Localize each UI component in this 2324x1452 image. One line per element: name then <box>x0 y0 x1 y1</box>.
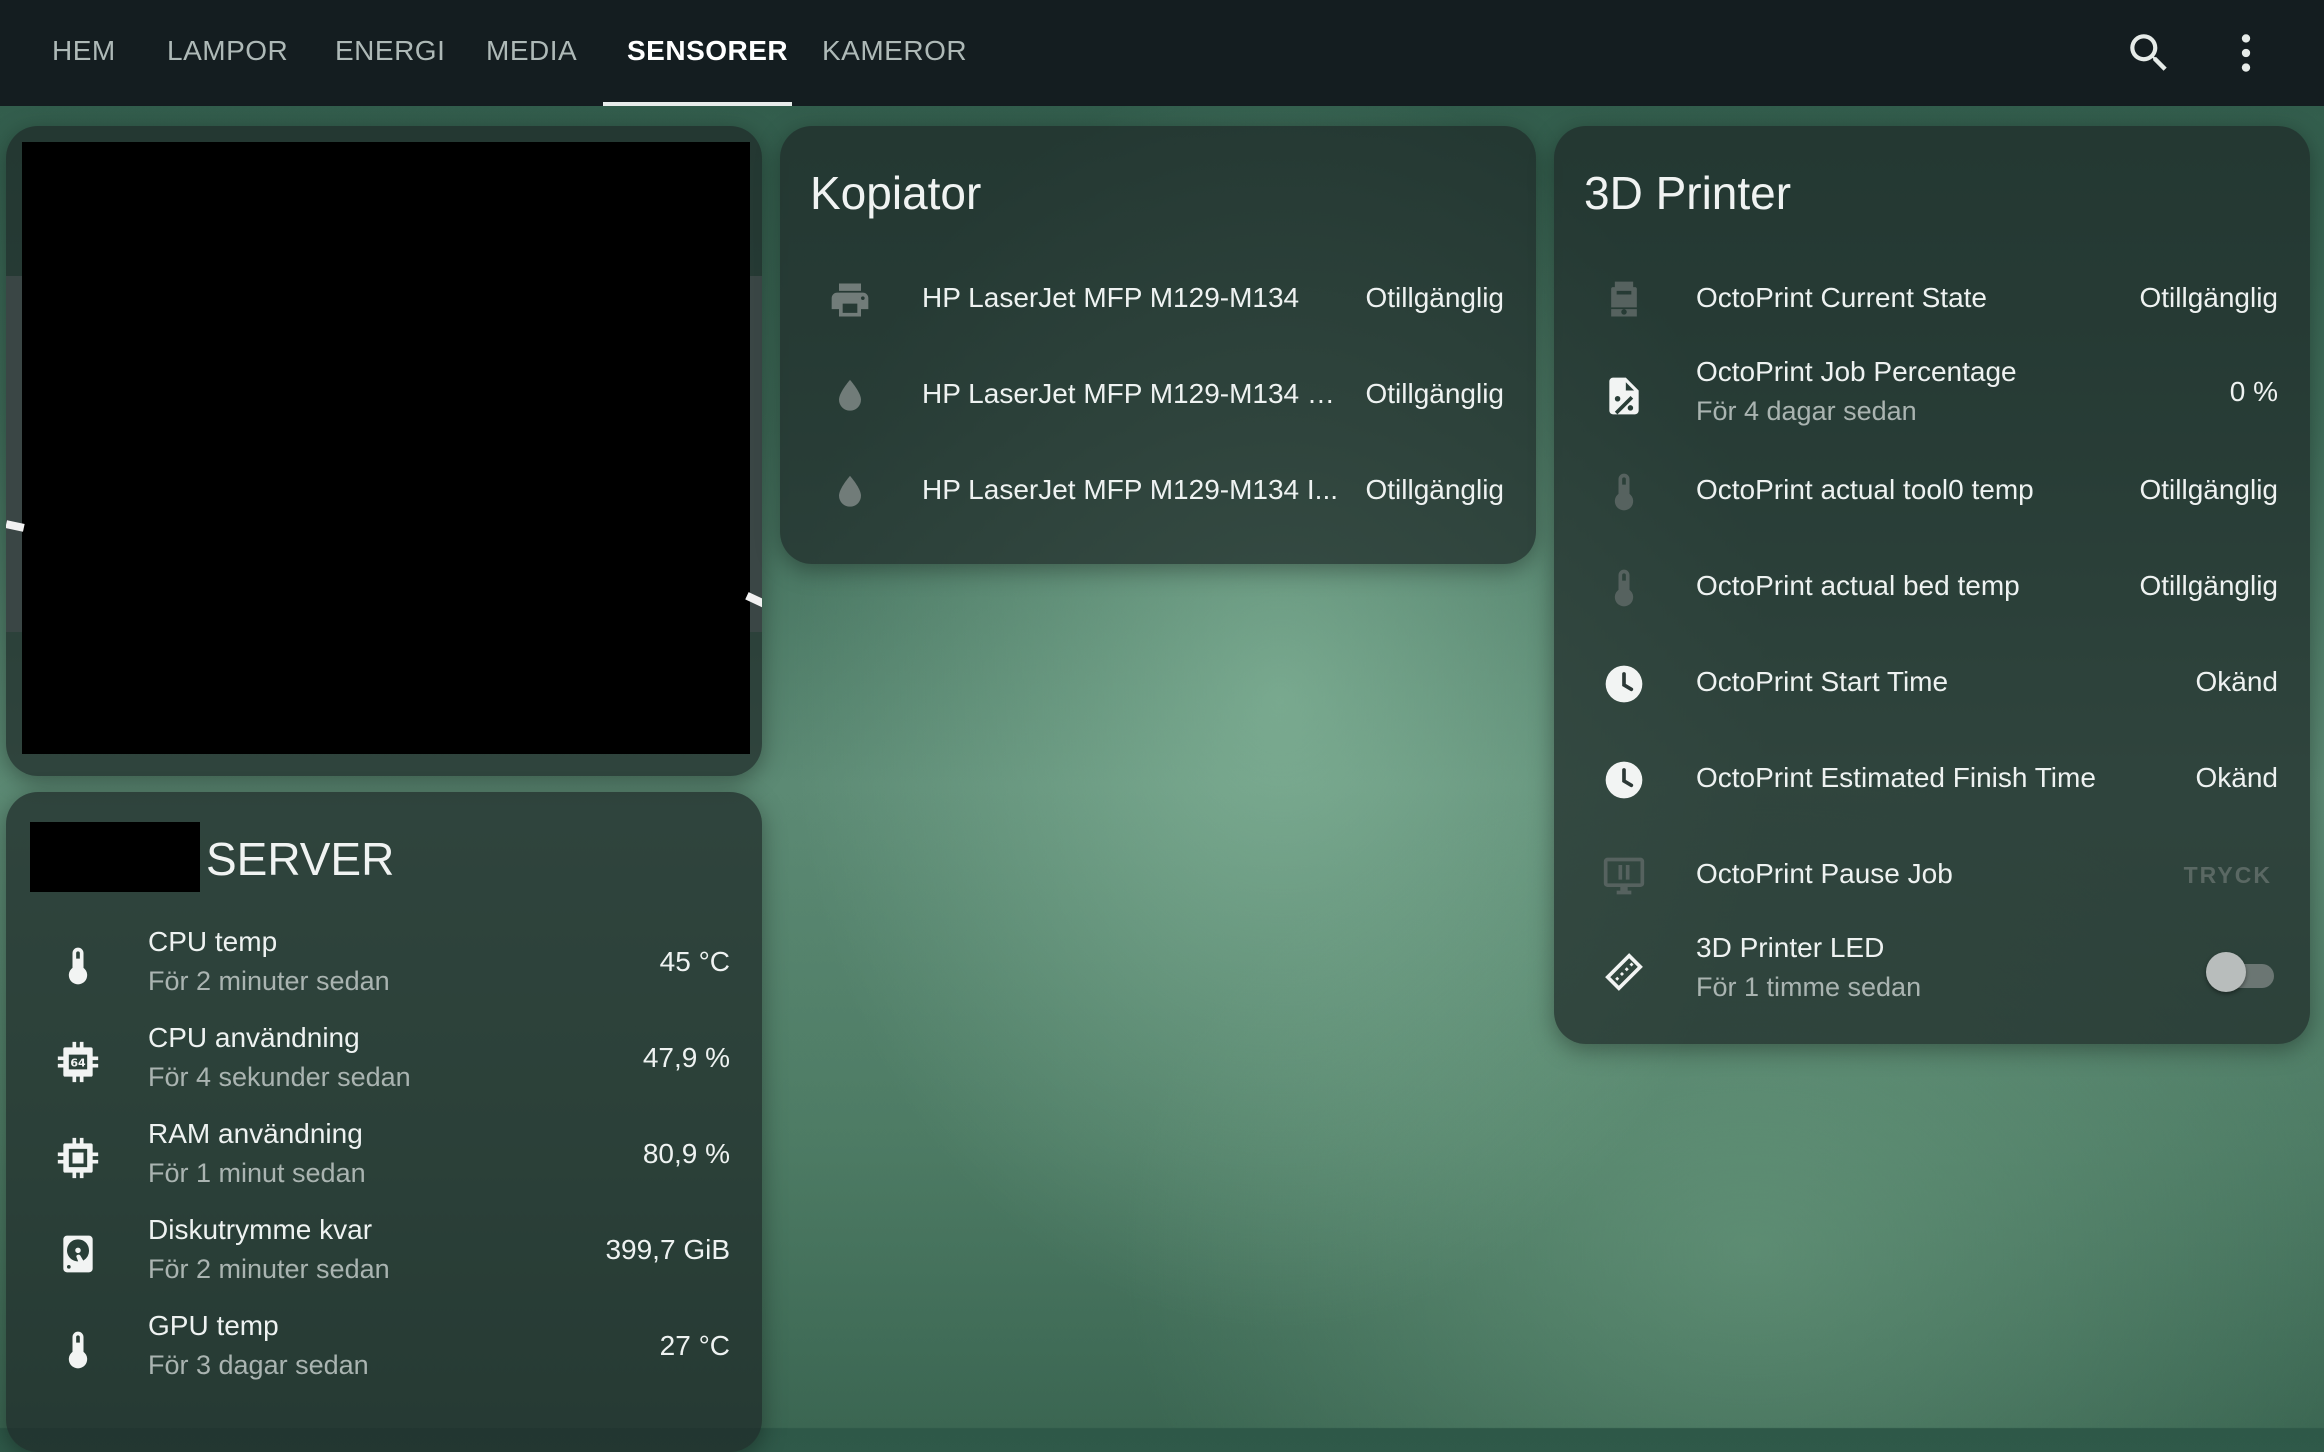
entity-value: 27 °C <box>659 1330 730 1361</box>
entity-value: Otillgänglig <box>1365 282 1504 313</box>
water-drop-icon <box>828 470 872 514</box>
printer-icon <box>828 278 872 322</box>
entity-name: CPU temp <box>148 926 278 957</box>
entity-last-changed: För 3 dagar sedan <box>148 1350 369 1380</box>
entity-row-gpu-temp[interactable]: GPU temp För 3 dagar sedan 27 °C <box>6 1304 762 1396</box>
thermometer-icon <box>56 944 100 988</box>
entity-name: GPU temp <box>148 1310 279 1341</box>
entity-name: OctoPrint Job Percentage <box>1696 356 2017 387</box>
cpu-64-icon: 64 <box>56 1040 100 1084</box>
entity-row-cpu-usage[interactable]: 64 CPU användning För 4 sekunder sedan 4… <box>6 1016 762 1108</box>
entity-last-changed: För 1 minut sedan <box>148 1158 366 1188</box>
thermometer-icon <box>56 1328 100 1372</box>
redacted-title-prefix <box>30 822 200 892</box>
server-card: SERVER CPU temp För 2 minuter sedan 45 °… <box>6 792 762 1452</box>
led-strip-icon <box>1602 950 1646 994</box>
entity-name: OctoPrint actual bed temp <box>1696 570 2020 601</box>
svg-text:64: 64 <box>70 1057 86 1070</box>
redacted-camera-image <box>22 142 750 754</box>
entity-row-bed-temp[interactable]: OctoPrint actual bed temp Otillgänglig <box>1554 542 2310 634</box>
entity-name: OctoPrint actual tool0 temp <box>1696 474 2034 505</box>
tab-sensorer[interactable]: SENSORER <box>627 0 788 106</box>
entity-row-current-state[interactable]: OctoPrint Current State Otillgänglig <box>1554 254 2310 346</box>
thermometer-icon <box>1602 470 1646 514</box>
tab-media[interactable]: MEDIA <box>486 0 577 106</box>
entity-name: Diskutrymme kvar <box>148 1214 373 1245</box>
entity-name: OctoPrint Start Time <box>1696 666 1949 697</box>
entity-name: HP LaserJet MFP M129-M134 Bl... <box>922 378 1342 409</box>
entity-value: Otillgänglig <box>1365 378 1504 409</box>
entity-value: Okänd <box>2195 666 2279 697</box>
top-app-bar: HEM LAMPOR ENERGI MEDIA SENSORER KAMEROR <box>0 0 2324 106</box>
entity-row-cpu-temp[interactable]: CPU temp För 2 minuter sedan 45 °C <box>6 920 762 1012</box>
entity-last-changed: För 4 sekunder sedan <box>148 1062 411 1092</box>
thermometer-icon <box>1602 566 1646 610</box>
entity-row-pause-job: OctoPrint Pause Job TRYCK <box>1554 830 2310 922</box>
entity-value: Otillgänglig <box>2139 570 2278 601</box>
card-title: Kopiator <box>810 167 982 219</box>
tab-lampor[interactable]: LAMPOR <box>167 0 288 106</box>
entity-name: OctoPrint Pause Job <box>1696 858 1953 889</box>
tab-energi[interactable]: ENERGI <box>335 0 445 106</box>
entity-row-start-time[interactable]: OctoPrint Start Time Okänd <box>1554 638 2310 730</box>
search-icon[interactable] <box>2124 28 2174 78</box>
entity-name: 3D Printer LED <box>1696 932 1885 963</box>
entity-row-toner-other[interactable]: HP LaserJet MFP M129-M134 I... Otillgäng… <box>780 446 1536 538</box>
entity-row-printer[interactable]: HP LaserJet MFP M129-M134 Otillgänglig <box>780 254 1536 346</box>
file-percent-icon <box>1602 374 1646 418</box>
entity-row-led[interactable]: 3D Printer LED För 1 timme sedan <box>1554 926 2310 1018</box>
more-vertical-icon[interactable] <box>2221 28 2271 78</box>
harddisk-icon <box>56 1232 100 1276</box>
entity-value: 399,7 GiB <box>605 1234 730 1265</box>
entity-last-changed: För 2 minuter sedan <box>148 1254 390 1284</box>
entity-value: Okänd <box>2195 762 2279 793</box>
entity-value: 47,9 % <box>642 1042 730 1073</box>
entity-name: OctoPrint Estimated Finish Time <box>1696 762 2096 793</box>
clock-icon <box>1602 758 1646 802</box>
led-toggle-switch[interactable] <box>2206 952 2278 992</box>
entity-row-toner-black[interactable]: HP LaserJet MFP M129-M134 Bl... Otillgän… <box>780 350 1536 442</box>
entity-row-estimated-finish[interactable]: OctoPrint Estimated Finish Time Okänd <box>1554 734 2310 826</box>
card-title: 3D Printer <box>1584 167 1792 219</box>
entity-row-tool0-temp[interactable]: OctoPrint actual tool0 temp Otillgänglig <box>1554 446 2310 538</box>
entity-value: 0 % <box>2229 376 2278 407</box>
toggle-knob <box>2206 952 2246 992</box>
memory-chip-icon <box>56 1136 100 1180</box>
entity-value: Otillgänglig <box>2139 474 2278 505</box>
entity-row-job-percentage[interactable]: OctoPrint Job Percentage För 4 dagar sed… <box>1554 350 2310 442</box>
tab-hem[interactable]: HEM <box>52 0 116 106</box>
entity-last-changed: För 4 dagar sedan <box>1696 396 1917 426</box>
entity-value: Otillgänglig <box>1365 474 1504 505</box>
printer-3d-card: 3D Printer OctoPrint Current State Otill… <box>1554 126 2310 1044</box>
monitor-pause-icon <box>1602 854 1646 898</box>
entity-value: Otillgänglig <box>2139 282 2278 313</box>
entity-row-disk-free[interactable]: Diskutrymme kvar För 2 minuter sedan 399… <box>6 1208 762 1300</box>
entity-name: OctoPrint Current State <box>1696 282 1988 313</box>
entity-value: 80,9 % <box>642 1138 730 1169</box>
card-title: SERVER <box>206 833 395 885</box>
copier-card: Kopiator HP LaserJet MFP M129-M134 Otill… <box>780 126 1536 564</box>
printer-3d-icon <box>1602 278 1646 322</box>
entity-name: HP LaserJet MFP M129-M134 I... <box>922 474 1339 505</box>
entity-value: 45 °C <box>659 946 730 977</box>
entity-name: RAM användning <box>148 1118 363 1149</box>
press-button[interactable]: TRYCK <box>2184 862 2272 889</box>
water-drop-icon <box>828 374 872 418</box>
entity-last-changed: För 1 timme sedan <box>1696 972 1922 1002</box>
entity-name: CPU användning <box>148 1022 360 1053</box>
entity-row-ram-usage[interactable]: RAM användning För 1 minut sedan 80,9 % <box>6 1112 762 1204</box>
tab-kameror[interactable]: KAMEROR <box>822 0 967 106</box>
active-tab-indicator <box>603 102 792 106</box>
camera-card[interactable] <box>6 126 762 776</box>
entity-last-changed: För 2 minuter sedan <box>148 966 390 996</box>
clock-icon <box>1602 662 1646 706</box>
entity-name: HP LaserJet MFP M129-M134 <box>922 282 1300 313</box>
